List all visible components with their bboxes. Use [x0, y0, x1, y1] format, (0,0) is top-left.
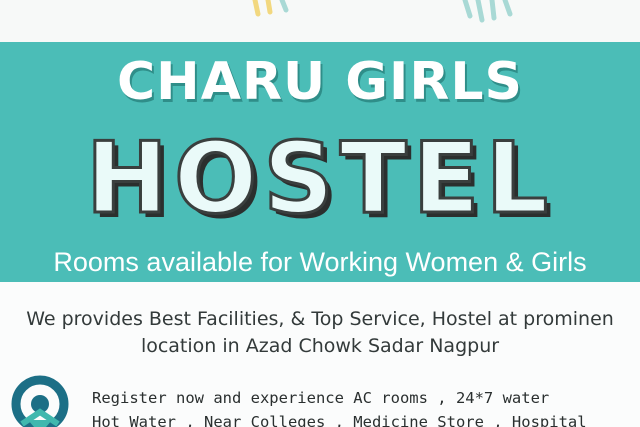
- register-line2: Hot Water , Near Colleges , Medicine Sto…: [92, 413, 587, 427]
- register-info: Register now and experience AC rooms , 2…: [92, 386, 640, 427]
- description-line1: We provides Best Facilities, & Top Servi…: [26, 308, 614, 330]
- banner-subtitle: Rooms available for Working Women & Girl…: [53, 247, 587, 277]
- description-line2: location in Azad Chowk Sadar Nagpur: [140, 335, 500, 357]
- facilities-description: We provides Best Facilities, & Top Servi…: [0, 306, 640, 360]
- location-pin-logo-icon: [8, 374, 72, 427]
- top-decoration-strip: [0, 0, 640, 42]
- handprint-decoration-icon: [252, 0, 513, 23]
- title-banner: CHARU GIRLS HOSTEL Rooms available for W…: [0, 42, 640, 282]
- register-line1: Register now and experience AC rooms , 2…: [92, 389, 550, 407]
- banner-title-line2: HOSTEL: [84, 122, 555, 236]
- banner-title-line1: CHARU GIRLS: [117, 52, 523, 112]
